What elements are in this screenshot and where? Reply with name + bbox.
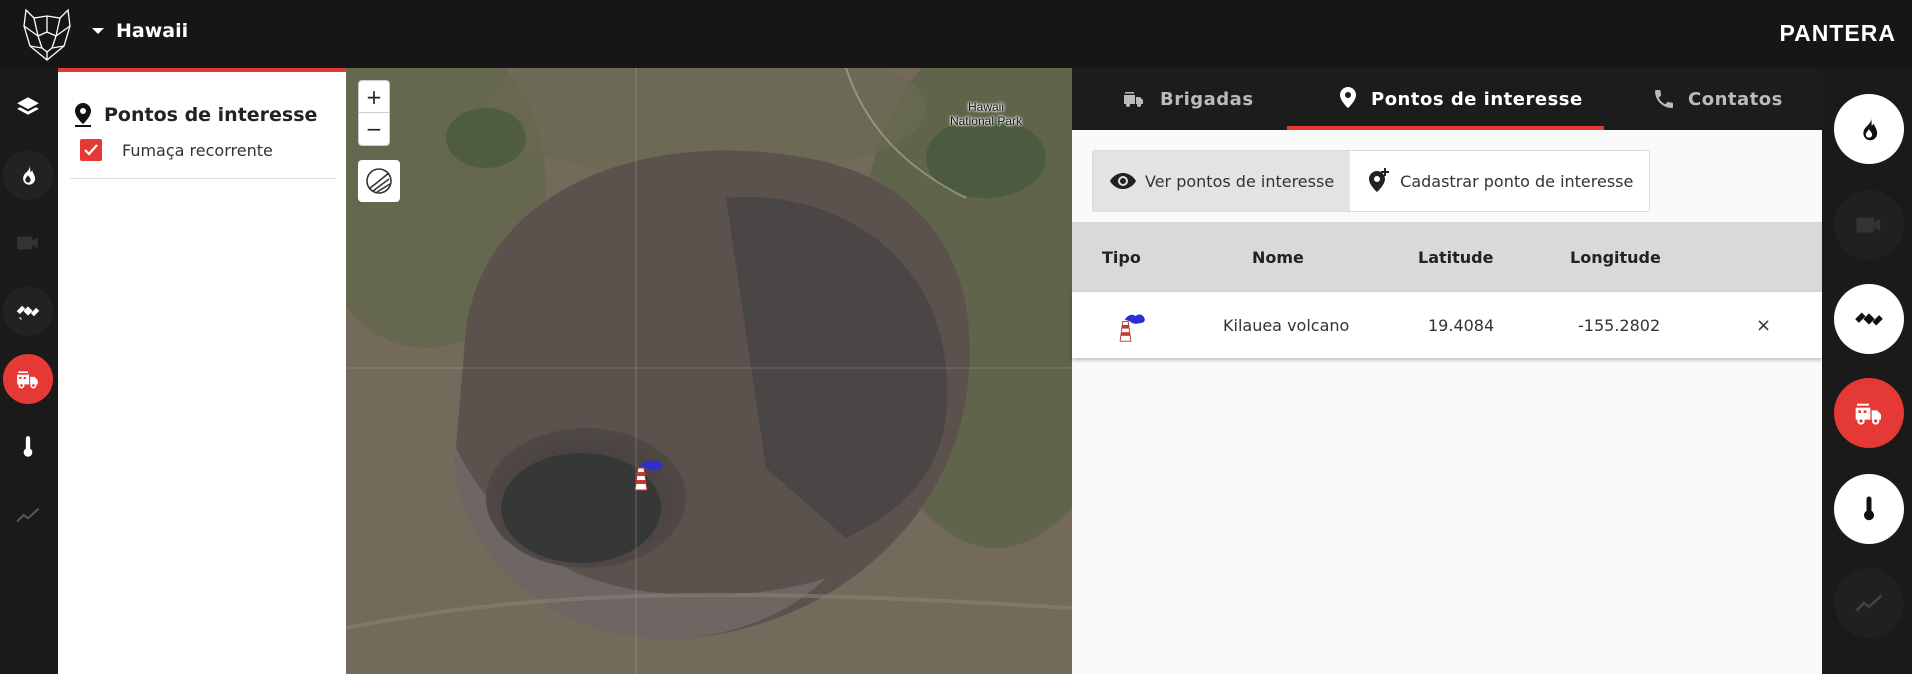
layer-checkbox[interactable] xyxy=(80,139,102,161)
satellite-map[interactable]: + − Hawaii National Park xyxy=(346,68,1072,674)
zoom-out-button[interactable]: − xyxy=(359,113,389,145)
left-toolbar xyxy=(0,68,58,674)
thermometer-icon xyxy=(1864,496,1874,521)
fire-icon xyxy=(1863,116,1878,141)
phone-icon xyxy=(1655,90,1673,108)
region-selector[interactable]: Hawaii xyxy=(88,20,188,42)
row-latitude-cell: 19.4084 xyxy=(1428,315,1495,335)
satellite-icon xyxy=(16,305,40,320)
table-row[interactable]: Kilauea volcano 19.4084 -155.2802 × xyxy=(1072,292,1822,358)
satellite-button[interactable] xyxy=(3,286,53,336)
eye-icon xyxy=(1110,173,1136,189)
brigades-layer-button[interactable] xyxy=(1834,378,1904,448)
panther-logo-icon xyxy=(23,8,71,61)
analytics-layer-button[interactable] xyxy=(1834,568,1904,638)
chart-line-icon xyxy=(16,507,40,523)
analytics-button[interactable] xyxy=(3,490,53,540)
camera-button[interactable] xyxy=(3,218,53,268)
add-location-icon xyxy=(1369,168,1390,192)
tab-brigades[interactable]: Brigadas xyxy=(1072,68,1287,130)
column-header-latitude: Latitude xyxy=(1418,247,1494,267)
camera-layer-button[interactable] xyxy=(1834,190,1904,260)
map-pin-icon xyxy=(75,103,91,127)
add-point-button[interactable]: Cadastrar ponto de interesse xyxy=(1350,151,1649,211)
tab-contacts[interactable]: Contatos xyxy=(1604,68,1822,130)
layer-item-recurring-smoke[interactable]: Fumaça recorrente xyxy=(80,139,273,161)
fire-truck-icon xyxy=(1855,403,1881,425)
camera-icon xyxy=(1856,217,1881,233)
smoke-chimney-marker-icon[interactable] xyxy=(626,452,666,492)
panel-tabs: Brigadas Pontos de interesse Contatos xyxy=(1072,68,1822,130)
column-header-type: Tipo xyxy=(1102,247,1141,267)
top-bar: Hawaii PANTERA xyxy=(0,0,1912,68)
layers-panel: Pontos de interesse Fumaça recorrente xyxy=(58,68,346,674)
points-of-interest-panel: Brigadas Pontos de interesse Contatos Ve… xyxy=(1072,68,1822,674)
fire-truck-icon xyxy=(17,371,38,389)
brigades-button[interactable] xyxy=(3,354,53,404)
smoke-chimney-icon xyxy=(1119,314,1145,342)
column-header-name: Nome xyxy=(1252,247,1304,267)
draw-polygon-icon xyxy=(366,168,392,194)
zoom-in-button[interactable]: + xyxy=(359,81,389,113)
layer-item-label: Fumaça recorrente xyxy=(122,140,273,160)
tab-brigades-label: Brigadas xyxy=(1160,88,1254,110)
row-name-cell: Kilauea volcano xyxy=(1223,315,1350,335)
tab-points-of-interest[interactable]: Pontos de interesse xyxy=(1287,68,1604,130)
fire-truck-icon xyxy=(1124,92,1143,107)
fire-layer-button[interactable] xyxy=(1834,94,1904,164)
right-toolbar xyxy=(1822,68,1912,674)
camera-icon xyxy=(17,236,38,250)
fire-icon xyxy=(23,164,36,185)
region-label: Hawaii xyxy=(116,20,189,42)
temperature-button[interactable] xyxy=(3,422,53,472)
layers-button[interactable] xyxy=(3,82,53,132)
layers-title-label: Pontos de interesse xyxy=(104,104,318,126)
row-longitude-cell: -155.2802 xyxy=(1578,315,1661,335)
satellite-icon xyxy=(1855,312,1883,326)
satellite-layer-button[interactable] xyxy=(1834,284,1904,354)
brand-name: PANTERA xyxy=(1779,20,1896,46)
row-type-cell xyxy=(1112,292,1148,358)
remove-point-button[interactable]: × xyxy=(1756,292,1771,358)
layers-panel-title: Pontos de interesse xyxy=(72,102,317,128)
draw-tool-button[interactable] xyxy=(358,160,400,202)
layers-icon xyxy=(17,97,39,115)
view-points-button[interactable]: Ver pontos de interesse xyxy=(1093,151,1351,211)
view-toggle-group: Ver pontos de interesse Cadastrar ponto … xyxy=(1092,150,1651,212)
view-points-label: Ver pontos de interesse xyxy=(1145,171,1335,191)
column-header-longitude: Longitude xyxy=(1570,247,1661,267)
thermometer-icon xyxy=(23,436,33,457)
park-label: Hawaii National Park xyxy=(949,100,1023,128)
tab-contacts-label: Contatos xyxy=(1688,88,1783,110)
table-header: Tipo Nome Latitude Longitude xyxy=(1072,222,1822,292)
chart-line-icon xyxy=(1855,594,1883,612)
satellite-imagery xyxy=(346,68,1072,674)
tab-poi-label: Pontos de interesse xyxy=(1371,88,1583,110)
add-point-label: Cadastrar ponto de interesse xyxy=(1400,171,1634,191)
zoom-control: + − xyxy=(358,80,390,146)
map-pin-icon xyxy=(1340,87,1356,108)
caret-down-icon xyxy=(92,28,104,34)
fire-button[interactable] xyxy=(3,150,53,200)
temperature-layer-button[interactable] xyxy=(1834,474,1904,544)
divider xyxy=(70,178,336,179)
checkmark-icon xyxy=(84,144,98,156)
